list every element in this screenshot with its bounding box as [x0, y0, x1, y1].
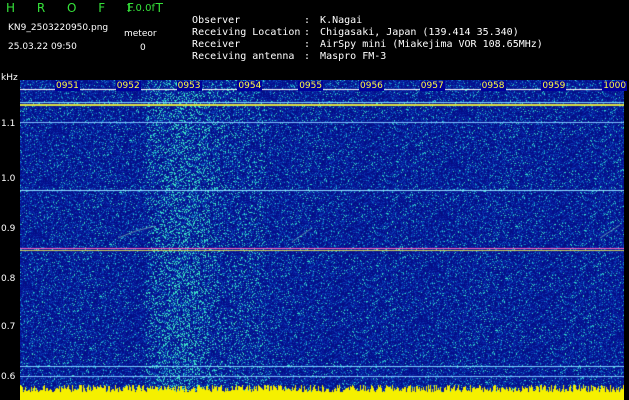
time-label: 1000	[602, 81, 628, 91]
version-label: 1.0.0f	[126, 3, 155, 14]
spectrogram-canvas	[20, 80, 624, 400]
y-tick-label: 1.0	[1, 174, 16, 184]
meteor-count: 0	[140, 43, 146, 53]
time-label: 0958	[480, 81, 506, 91]
time-label: 0953	[176, 81, 202, 91]
info-label: Receiving antenna	[192, 51, 295, 62]
info-antenna: Receiving antenna: Maspro FM-3	[192, 51, 387, 62]
time-label: 0957	[419, 81, 445, 91]
time-label: 0955	[298, 81, 324, 91]
time-label: 0954	[237, 81, 263, 91]
y-axis: 1.1 1.0 0.9 0.8 0.7 0.6	[0, 80, 20, 400]
time-label: 0951	[55, 81, 80, 91]
y-tick-label: 1.1	[1, 119, 16, 129]
time-label: 0959	[541, 81, 567, 91]
y-tick-label: 0.8	[1, 274, 16, 284]
filename-label: KN9_2503220950.png	[8, 23, 109, 33]
y-tick-label: 0.9	[1, 224, 16, 234]
info-value: Maspro FM-3	[320, 51, 387, 62]
meteor-label: meteor	[124, 29, 157, 39]
y-tick-label: 0.7	[1, 322, 16, 332]
datetime-label: 25.03.22 09:50	[8, 42, 77, 52]
time-label: 0952	[115, 81, 141, 91]
y-tick-label: 0.6	[1, 372, 16, 382]
time-label: 0956	[359, 81, 384, 91]
